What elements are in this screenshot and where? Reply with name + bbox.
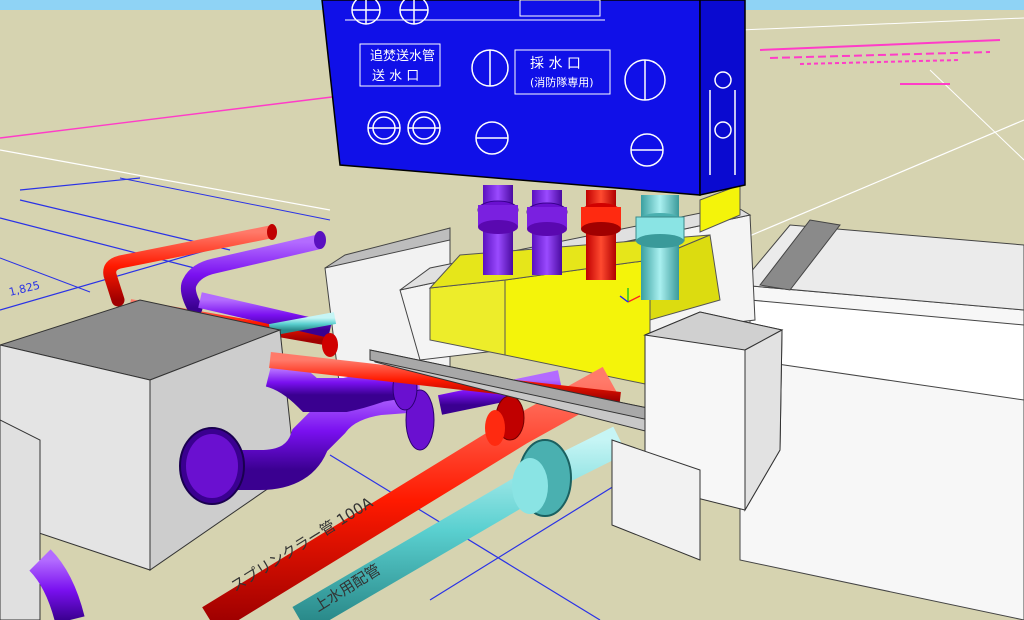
return-inlet-label: 送 水 口 [372,69,419,84]
water-inlet-label: 採 水 口 [530,56,581,72]
model-scene[interactable]: 1,825 スプリンクラー管 100A 上水用配管 追焚送水管 送 水 口 採 … [0,0,1024,620]
fire-connection-cabinet [321,0,746,196]
return-pipe-label: 追焚送水管 [370,48,435,64]
water-inlet-sublabel: (消防隊専用) [530,75,594,89]
concrete-pier-back [739,219,1024,620]
3d-viewport[interactable]: 1,825 スプリンクラー管 100A 上水用配管 追焚送水管 送 水 口 採 … [0,0,1024,620]
